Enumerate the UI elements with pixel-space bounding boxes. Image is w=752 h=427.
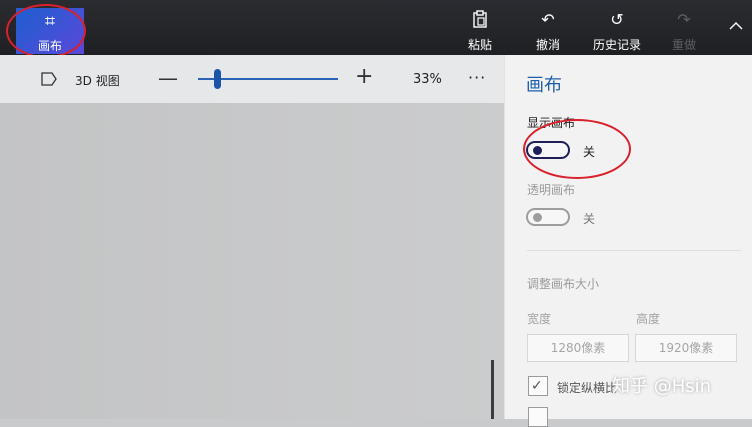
undo-label: 撤消 <box>535 38 560 52</box>
toggle-knob <box>533 213 542 222</box>
resize-image-checkbox[interactable] <box>528 407 548 427</box>
lock-aspect-checkbox[interactable]: ✓ <box>528 376 548 396</box>
more-options-icon[interactable]: ··· <box>468 68 486 87</box>
height-label: 高度 <box>636 312 661 326</box>
paste-icon <box>464 10 496 30</box>
canvas-workspace[interactable]: 3D 视图 — + 33% ··· <box>0 55 504 419</box>
history-label: 历史记录 <box>592 38 641 52</box>
history-icon: ↺ <box>610 10 624 29</box>
watermark: 知乎 @Hsin <box>612 376 712 397</box>
paste-button[interactable]: 粘贴 <box>464 10 496 53</box>
panel-title: 画布 <box>526 75 562 96</box>
divider <box>527 250 741 251</box>
view-3d-icon[interactable] <box>40 71 58 87</box>
width-input[interactable]: 1280像素 <box>527 334 629 362</box>
lock-aspect-label: 锁定纵横比 <box>557 381 618 395</box>
chevron-up-icon[interactable] <box>728 18 744 34</box>
transparent-canvas-label: 透明画布 <box>527 183 576 197</box>
history-button[interactable]: ↺ 历史记录 <box>588 10 646 53</box>
undo-button[interactable]: ↶ 撤消 <box>532 10 564 53</box>
transparent-canvas-state: 关 <box>583 212 596 226</box>
vertical-scrollbar[interactable] <box>491 360 494 419</box>
annotation-circle <box>6 4 86 58</box>
zoom-value: 33% <box>413 72 442 87</box>
height-input[interactable]: 1920像素 <box>635 334 737 362</box>
undo-icon: ↶ <box>541 10 555 29</box>
paste-label: 粘贴 <box>467 38 492 52</box>
view-3d-button[interactable]: 3D 视图 <box>75 72 120 89</box>
zoom-in-button[interactable]: + <box>355 66 373 88</box>
width-label: 宽度 <box>527 312 552 326</box>
redo-button[interactable]: ↷ 重做 <box>668 10 700 53</box>
check-icon: ✓ <box>531 378 543 394</box>
redo-label: 重做 <box>671 38 696 52</box>
canvas-settings-panel: 画布 显示画布 关 透明画布 关 调整画布大小 宽度 高度 1280像素 192… <box>504 55 752 427</box>
annotation-circle <box>523 119 631 179</box>
top-toolbar: ⌗ 画布 粘贴 ↶ 撤消 ↺ 历史记录 ↷ 重做 <box>0 0 752 58</box>
view-toolbar: 3D 视图 — + 33% ··· <box>0 55 504 103</box>
redo-icon: ↷ <box>677 10 691 29</box>
resize-canvas-label: 调整画布大小 <box>527 277 600 291</box>
transparent-canvas-toggle[interactable] <box>526 208 570 226</box>
zoom-slider-thumb[interactable] <box>214 69 222 89</box>
zoom-out-button[interactable]: — <box>158 67 178 89</box>
